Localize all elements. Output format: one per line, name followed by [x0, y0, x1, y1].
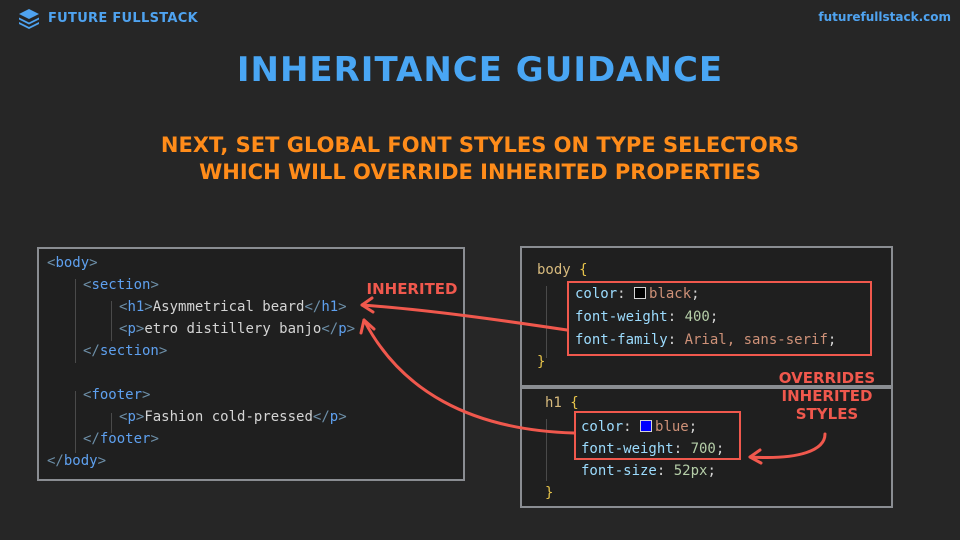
arrow-to-h1-inherited: [360, 303, 569, 332]
arrow-to-p-inherited: [362, 318, 576, 435]
arrow-to-overrides-box: [748, 432, 827, 460]
annotation-arrows: [359, 296, 827, 465]
